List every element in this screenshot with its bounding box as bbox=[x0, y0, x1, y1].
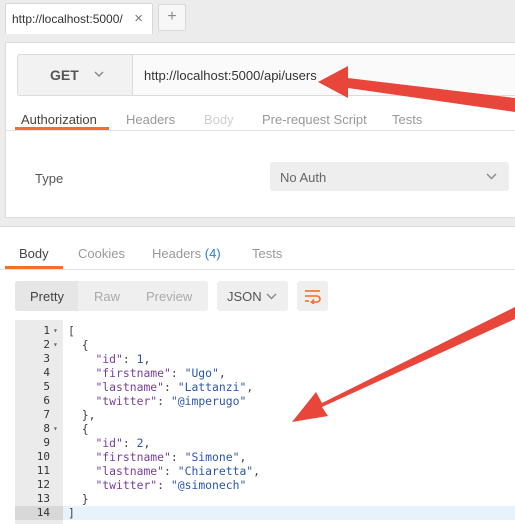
code-text: "twitter": "@imperugo" bbox=[95, 394, 247, 408]
fold-arrow-icon[interactable]: ▾ bbox=[53, 324, 61, 338]
url-value: http://localhost:5000/api/users bbox=[144, 68, 317, 83]
code-text: "twitter": "@simonech" bbox=[95, 478, 247, 492]
code-line: 9 "id": 2, bbox=[15, 436, 515, 450]
tab-response-headers[interactable]: Headers (4) bbox=[152, 246, 221, 261]
headers-count-badge: (4) bbox=[204, 246, 221, 261]
format-value: JSON bbox=[227, 289, 262, 304]
request-tab[interactable]: http://localhost:5000/ × bbox=[5, 3, 153, 34]
request-panel: GET http://localhost:5000/api/users Auth… bbox=[5, 42, 515, 218]
tab-bar: http://localhost:5000/ × + bbox=[0, 0, 515, 34]
tab-response-tests[interactable]: Tests bbox=[252, 246, 282, 261]
wrap-lines-button[interactable] bbox=[297, 281, 328, 311]
line-number: 12 bbox=[36, 478, 50, 491]
code-line: 5 "lastname": "Lattanzi", bbox=[15, 380, 515, 394]
code-line: 4 "firstname": "Ugo", bbox=[15, 366, 515, 380]
close-tab-icon[interactable]: × bbox=[134, 10, 143, 27]
auth-type-label: Type bbox=[35, 171, 64, 186]
raw-button[interactable]: Raw bbox=[94, 289, 120, 304]
code-text: "firstname": "Ugo", bbox=[95, 366, 226, 380]
line-number: 11 bbox=[36, 464, 50, 477]
response-headers-label: Headers bbox=[152, 246, 202, 261]
tab-headers[interactable]: Headers bbox=[126, 112, 175, 127]
tab-response-body[interactable]: Body bbox=[19, 246, 49, 261]
code-line: 11 "lastname": "Chiaretta", bbox=[15, 464, 515, 478]
code-line: 14] bbox=[15, 506, 515, 520]
line-number: 7 bbox=[43, 408, 50, 421]
line-number: 9 bbox=[43, 436, 50, 449]
code-line: 6 "twitter": "@imperugo" bbox=[15, 394, 515, 408]
code-line: 1 ▾[ bbox=[15, 324, 515, 338]
tab-authorization[interactable]: Authorization bbox=[21, 112, 97, 127]
divider bbox=[6, 130, 515, 131]
line-number: 4 bbox=[43, 366, 50, 379]
tab-body[interactable]: Body bbox=[204, 112, 234, 127]
line-number: 13 bbox=[36, 492, 50, 505]
line-number: 10 bbox=[36, 450, 50, 463]
auth-type-value: No Auth bbox=[280, 170, 327, 185]
format-select[interactable]: JSON bbox=[217, 281, 288, 311]
code-line: 10 "firstname": "Simone", bbox=[15, 450, 515, 464]
request-tab-title: http://localhost:5000/ bbox=[12, 12, 123, 26]
tab-cookies[interactable]: Cookies bbox=[78, 246, 125, 261]
code-text: "id": 1, bbox=[95, 352, 151, 366]
method-label: GET bbox=[50, 67, 79, 83]
chevron-down-icon bbox=[266, 293, 277, 300]
code-line: 12 "twitter": "@simonech" bbox=[15, 478, 515, 492]
code-text: { bbox=[68, 422, 89, 436]
code-text: "lastname": "Lattanzi", bbox=[95, 380, 254, 394]
postman-window: http://localhost:5000/ × + GET http://lo… bbox=[0, 0, 515, 524]
code-text: } bbox=[68, 492, 89, 506]
code-line: 2 ▾ { bbox=[15, 338, 515, 352]
code-line: 3 "id": 1, bbox=[15, 352, 515, 366]
code-text: { bbox=[68, 338, 89, 352]
method-select[interactable]: GET bbox=[17, 54, 132, 96]
code-text: "id": 2, bbox=[95, 436, 151, 450]
response-panel: Body Cookies Headers (4) Tests Pretty Ra… bbox=[0, 226, 515, 524]
url-input[interactable]: http://localhost:5000/api/users bbox=[132, 54, 515, 96]
fold-arrow-icon[interactable]: ▾ bbox=[53, 422, 61, 436]
line-number: 14 bbox=[15, 506, 63, 520]
wrap-lines-icon bbox=[305, 290, 321, 304]
code-line: 13 } bbox=[15, 492, 515, 506]
line-number: 5 bbox=[43, 380, 50, 393]
code-text: }, bbox=[68, 408, 96, 422]
fold-arrow-icon[interactable]: ▾ bbox=[53, 338, 61, 352]
response-body-editor[interactable]: 1 ▾[2 ▾ {3 "id": 1, 4 "firstname": "Ugo", 5 … bbox=[15, 320, 515, 524]
code-text: "firstname": "Simone", bbox=[95, 450, 247, 464]
chevron-down-icon bbox=[94, 71, 104, 77]
code-line: 8 ▾ { bbox=[15, 422, 515, 436]
new-tab-button[interactable]: + bbox=[158, 4, 186, 31]
code-text: [ bbox=[68, 324, 75, 338]
preview-button[interactable]: Preview bbox=[146, 289, 192, 304]
line-number: 3 bbox=[43, 352, 50, 365]
code-text: "lastname": "Chiaretta", bbox=[95, 464, 261, 478]
pretty-button[interactable]: Pretty bbox=[30, 289, 64, 304]
divider bbox=[0, 269, 515, 270]
code-text: ] bbox=[68, 506, 75, 520]
tab-tests[interactable]: Tests bbox=[392, 112, 422, 127]
view-mode-group: Pretty Raw Preview bbox=[15, 281, 208, 311]
chevron-down-icon bbox=[486, 173, 497, 180]
auth-type-select[interactable]: No Auth bbox=[270, 162, 509, 191]
line-number: 6 bbox=[43, 394, 50, 407]
tab-pre-request-script[interactable]: Pre-request Script bbox=[262, 112, 367, 127]
code-line: 7 }, bbox=[15, 408, 515, 422]
